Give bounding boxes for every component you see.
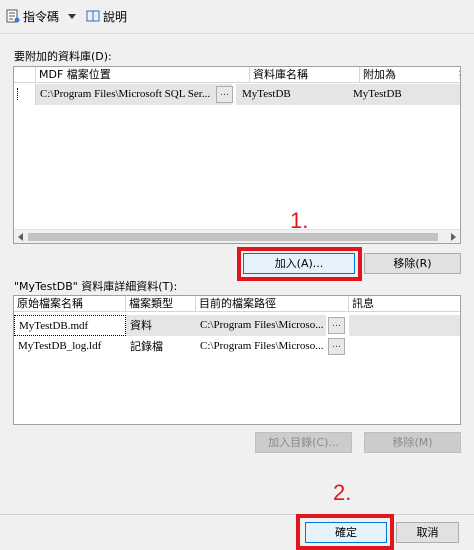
mdf-location-cell[interactable]: C:\Program Files\Microsoft SQL Ser...	[36, 84, 232, 105]
scroll-left-icon[interactable]	[18, 233, 23, 241]
add-catalog-button[interactable]: 加入目錄(C)...	[255, 432, 352, 453]
step1-label: 1.	[290, 208, 309, 233]
file-type-cell[interactable]: 資料	[126, 315, 196, 336]
file-path-cell[interactable]: C:\Program Files\Microso...	[196, 315, 326, 336]
databases-grid[interactable]: MDF 檔案位置 資料庫名稱 附加為 擁 C:\Program Files\Mi…	[13, 66, 461, 244]
table-row[interactable]: MyTestDB.mdf 資料 C:\Program Files\Microso…	[14, 315, 460, 336]
databases-grid-header: MDF 檔案位置 資料庫名稱 附加為 擁	[14, 67, 460, 83]
db-name-cell[interactable]: MyTestDB	[236, 84, 350, 105]
toolbar: 指令碼 說明	[0, 0, 474, 34]
file-path-cell[interactable]: C:\Program Files\Microso...	[196, 336, 326, 357]
browse-path-button[interactable]: …	[328, 317, 345, 334]
col-file-type[interactable]: 檔案類型	[126, 296, 196, 312]
file-name-cell[interactable]: MyTestDB_log.ldf	[14, 336, 126, 357]
row-selector[interactable]	[14, 84, 36, 105]
chevron-down-icon[interactable]	[68, 13, 77, 19]
table-row[interactable]: MyTestDB_log.ldf 記錄檔 C:\Program Files\Mi…	[14, 336, 460, 357]
script-icon	[6, 9, 20, 23]
message-cell	[349, 336, 460, 357]
databases-hscrollbar[interactable]	[14, 229, 460, 243]
scroll-right-icon[interactable]	[451, 233, 456, 241]
file-name-cell[interactable]: MyTestDB.mdf	[14, 315, 126, 336]
col-message[interactable]: 訊息	[349, 296, 460, 312]
help-icon	[86, 9, 100, 23]
remove-file-button[interactable]: 移除(M)	[364, 432, 461, 453]
browse-mdf-button[interactable]: …	[216, 86, 233, 103]
help-label: 說明	[103, 9, 128, 24]
col-db-name[interactable]: 資料庫名稱	[250, 67, 360, 83]
databases-label: 要附加的資料庫(D):	[14, 50, 112, 63]
cancel-button[interactable]: 取消	[396, 522, 459, 543]
script-dropdown[interactable]: 指令碼	[6, 7, 77, 25]
file-type-cell[interactable]: 記錄檔	[126, 336, 196, 357]
details-grid-header: 原始檔案名稱 檔案類型 目前的檔案路徑 訊息	[14, 296, 460, 312]
step2-highlight	[296, 514, 394, 550]
browse-path-button[interactable]: …	[328, 338, 345, 355]
col-mdf-location[interactable]: MDF 檔案位置	[36, 67, 250, 83]
script-label: 指令碼	[23, 9, 60, 24]
col-owner[interactable]: 擁	[456, 67, 460, 83]
table-row[interactable]: C:\Program Files\Microsoft SQL Ser... … …	[14, 84, 460, 105]
step2-label: 2.	[333, 480, 352, 505]
details-label: "MyTestDB" 資料庫詳細資料(T):	[14, 280, 178, 293]
attach-as-cell[interactable]: MyTestDB	[350, 84, 460, 105]
scroll-thumb[interactable]	[28, 233, 438, 241]
col-original-file[interactable]: 原始檔案名稱	[14, 296, 126, 312]
message-cell	[349, 315, 460, 336]
col-current-path[interactable]: 目前的檔案路徑	[196, 296, 349, 312]
row-header-corner	[14, 67, 36, 83]
step1-highlight	[237, 247, 362, 281]
col-attach-as[interactable]: 附加為	[360, 67, 460, 83]
remove-database-button[interactable]: 移除(R)	[364, 253, 461, 274]
details-grid[interactable]: 原始檔案名稱 檔案類型 目前的檔案路徑 訊息 MyTestDB.mdf 資料 C…	[13, 295, 461, 425]
help-button[interactable]: 說明	[86, 7, 127, 25]
footer-divider	[0, 514, 474, 515]
